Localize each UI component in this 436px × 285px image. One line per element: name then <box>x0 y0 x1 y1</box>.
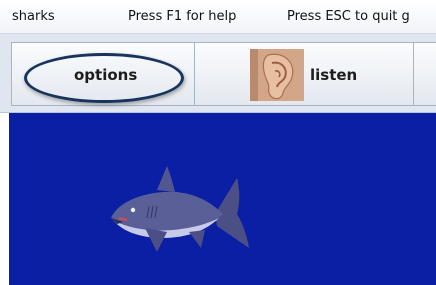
app-title: sharks <box>12 9 55 24</box>
listen-button[interactable]: listen <box>194 42 414 106</box>
highlight-ring <box>24 53 184 103</box>
listen-label: listen <box>310 66 358 84</box>
app-window: sharks Press F1 for help Press ESC to qu… <box>0 0 436 285</box>
title-bar: sharks Press F1 for help Press ESC to qu… <box>0 0 436 34</box>
help-hint: Press F1 for help <box>128 9 237 24</box>
quit-hint: Press ESC to quit g <box>287 9 410 24</box>
left-gutter <box>0 113 9 285</box>
toolbar-button-partial[interactable] <box>413 42 436 106</box>
shark-icon <box>111 166 249 252</box>
ear-icon <box>250 49 304 101</box>
game-scene[interactable] <box>9 113 436 285</box>
